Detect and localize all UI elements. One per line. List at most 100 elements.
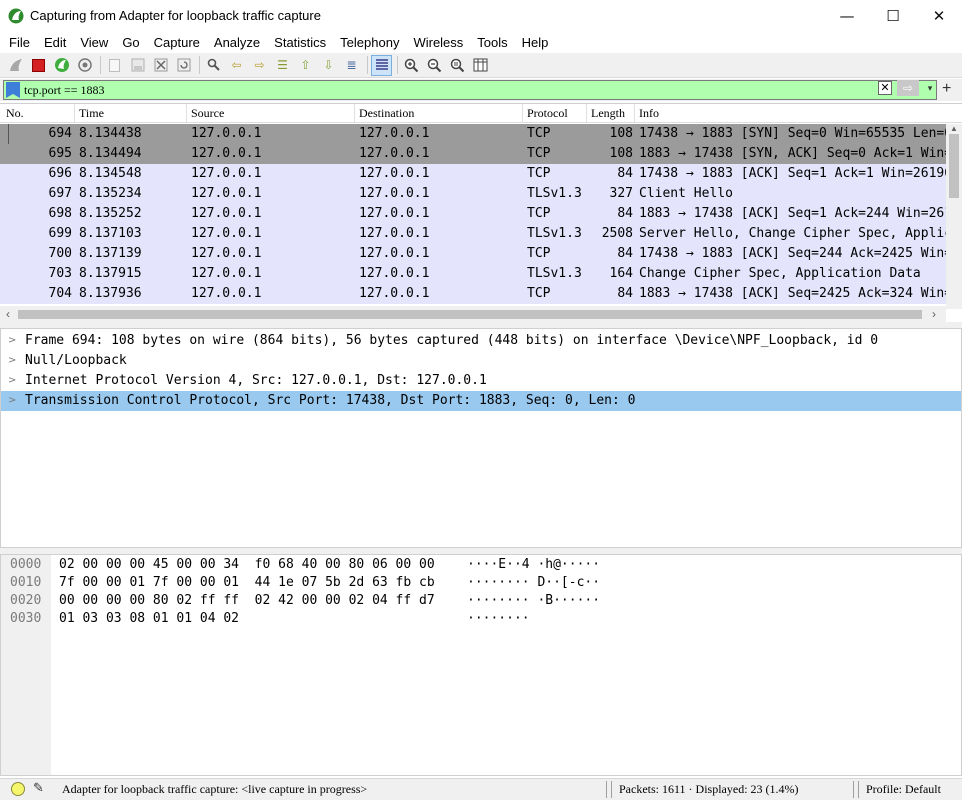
go-to-packet-icon[interactable]: ☰	[272, 55, 293, 76]
packet-cell-len: 164	[609, 266, 633, 281]
resize-columns-icon[interactable]	[470, 55, 491, 76]
packet-row[interactable]: 696 8.134548 127.0.0.1 127.0.0.1 TCP 84 17438 …	[0, 164, 946, 184]
close-button[interactable]: ✕	[916, 0, 962, 31]
packet-cell-len: 108	[609, 146, 633, 161]
colorize-icon[interactable]	[371, 54, 392, 76]
bytes-row[interactable]: 0010 7f 00 00 01 7f 00 00 01 44 1e 07 5b…	[1, 574, 600, 592]
scroll-up-icon[interactable]: ▲	[946, 124, 962, 134]
close-file-icon[interactable]	[150, 55, 171, 76]
vertical-scroll-thumb[interactable]	[949, 134, 959, 198]
expand-chevron-icon[interactable]: >	[8, 391, 16, 411]
packet-row[interactable]: 694 8.134438 127.0.0.1 127.0.0.1 TCP 108 17438…	[0, 124, 946, 144]
capture-comment-icon[interactable]: ✎	[33, 781, 49, 797]
packet-cell-time: 8.134438	[79, 126, 142, 141]
maximize-button[interactable]: ☐	[870, 0, 916, 31]
menu-tools[interactable]: Tools	[470, 35, 514, 50]
display-filter-input[interactable]: tcp.port == 1883	[3, 80, 937, 100]
packet-cell-proto: TCP	[527, 126, 551, 141]
scroll-left-icon[interactable]: ‹	[0, 306, 16, 323]
add-filter-button-icon[interactable]: +	[942, 80, 954, 98]
main-toolbar: ⇦ ⇨ ☰ ⇧ ⇩ ≣	[0, 53, 962, 78]
profile-text[interactable]: Profile: Default	[866, 782, 941, 797]
packet-cell-dst: 127.0.0.1	[359, 186, 430, 201]
apply-filter-icon[interactable]: ⇨	[897, 80, 919, 96]
packet-cell-dst: 127.0.0.1	[359, 226, 430, 241]
detail-row-tcp[interactable]: > Transmission Control Protocol, Src Por…	[1, 391, 961, 411]
detail-row-frame[interactable]: > Frame 694: 108 bytes on wire (864 bits…	[1, 331, 961, 351]
auto-scroll-icon[interactable]: ≣	[341, 55, 362, 76]
packet-cell-len: 84	[617, 206, 633, 221]
expand-chevron-icon[interactable]: >	[8, 371, 16, 391]
normal-size-icon[interactable]	[447, 55, 468, 76]
go-first-icon[interactable]: ⇧	[295, 55, 316, 76]
menu-go[interactable]: Go	[115, 35, 146, 50]
go-back-icon[interactable]: ⇦	[226, 55, 247, 76]
capture-options-icon[interactable]	[74, 55, 95, 76]
packet-row[interactable]: 698 8.135252 127.0.0.1 127.0.0.1 TCP 84 1883 →…	[0, 204, 946, 224]
menu-help[interactable]: Help	[515, 35, 556, 50]
column-header-source[interactable]: Source	[187, 104, 355, 123]
packet-row[interactable]: 695 8.134494 127.0.0.1 127.0.0.1 TCP 108 1883 …	[0, 144, 946, 164]
stop-capture-icon[interactable]	[28, 55, 49, 76]
menu-wireless[interactable]: Wireless	[406, 35, 470, 50]
detail-row-null-loopback[interactable]: > Null/Loopback	[1, 351, 961, 371]
packet-list-horizontal-scrollbar[interactable]: ‹ ›	[0, 306, 946, 323]
expert-info-led-icon[interactable]	[11, 782, 25, 796]
bytes-row[interactable]: 0020 00 00 00 00 80 02 ff ff 02 42 00 00…	[1, 592, 600, 610]
zoom-out-icon[interactable]	[424, 55, 445, 76]
shark-fin-start-icon[interactable]	[5, 55, 26, 76]
packet-row[interactable]: 700 8.137139 127.0.0.1 127.0.0.1 TCP 84 17438 …	[0, 244, 946, 264]
packet-row[interactable]: 697 8.135234 127.0.0.1 127.0.0.1 TLSv1.3 327 C…	[0, 184, 946, 204]
packet-cell-len: 84	[617, 166, 633, 181]
filter-history-dropdown-icon[interactable]: ▾	[925, 80, 935, 96]
packet-cell-proto: TLSv1.3	[527, 186, 582, 201]
find-packet-icon[interactable]	[203, 55, 224, 76]
column-header-info[interactable]: Info	[635, 104, 946, 123]
menu-analyze[interactable]: Analyze	[207, 35, 267, 50]
column-header-length[interactable]: Length	[587, 104, 635, 123]
column-header-protocol[interactable]: Protocol	[523, 104, 587, 123]
packet-cell-proto: TCP	[527, 286, 551, 301]
clear-filter-icon[interactable]: ✕	[878, 81, 892, 95]
horizontal-scroll-thumb[interactable]	[18, 310, 922, 319]
expand-chevron-icon[interactable]: >	[8, 351, 16, 371]
open-file-icon[interactable]	[104, 55, 125, 76]
bytes-row[interactable]: 0000 02 00 00 00 45 00 00 34 f0 68 40 00…	[1, 556, 600, 574]
filter-value[interactable]: tcp.port == 1883	[24, 83, 105, 98]
expand-chevron-icon[interactable]: >	[8, 331, 16, 351]
restart-capture-icon[interactable]	[51, 55, 72, 76]
packet-cell-no: 699	[48, 226, 72, 241]
column-header-destination[interactable]: Destination	[355, 104, 523, 123]
menu-edit[interactable]: Edit	[37, 35, 73, 50]
column-header-no[interactable]: No.	[2, 104, 75, 123]
bookmark-icon[interactable]	[6, 82, 20, 98]
zoom-in-icon[interactable]	[401, 55, 422, 76]
packet-cell-proto: TCP	[527, 206, 551, 221]
reload-file-icon[interactable]	[173, 55, 194, 76]
packet-cell-dst: 127.0.0.1	[359, 146, 430, 161]
scroll-right-icon[interactable]: ›	[926, 306, 942, 323]
menu-view[interactable]: View	[73, 35, 115, 50]
menu-statistics[interactable]: Statistics	[267, 35, 333, 50]
packet-row[interactable]: 704 8.137936 127.0.0.1 127.0.0.1 TCP 84 1883 →…	[0, 284, 946, 304]
menu-capture[interactable]: Capture	[147, 35, 207, 50]
wireshark-fin-icon	[8, 8, 24, 23]
packet-cell-info: 17438 → 1883 [SYN] Seq=0 Win=65535 Len=0…	[639, 126, 946, 141]
go-forward-icon[interactable]: ⇨	[249, 55, 270, 76]
status-bar: ✎ Adapter for loopback traffic capture: …	[0, 778, 962, 800]
column-header-time[interactable]: Time	[75, 104, 187, 123]
packet-cell-src: 127.0.0.1	[191, 246, 262, 261]
save-file-icon[interactable]	[127, 55, 148, 76]
go-last-icon[interactable]: ⇩	[318, 55, 339, 76]
menu-file[interactable]: File	[2, 35, 37, 50]
packet-cell-len: 327	[609, 186, 633, 201]
packet-row[interactable]: 703 8.137915 127.0.0.1 127.0.0.1 TLSv1.3 164 C…	[0, 264, 946, 284]
packet-cell-time: 8.134548	[79, 166, 142, 181]
packet-cell-time: 8.134494	[79, 146, 142, 161]
detail-row-ipv4[interactable]: > Internet Protocol Version 4, Src: 127.…	[1, 371, 961, 391]
menu-telephony[interactable]: Telephony	[333, 35, 406, 50]
minimize-button[interactable]: —	[824, 0, 870, 31]
bytes-row[interactable]: 0030 01 03 03 08 01 01 04 02 ········	[1, 610, 530, 628]
packet-row[interactable]: 699 8.137103 127.0.0.1 127.0.0.1 TLSv1.3 2508…	[0, 224, 946, 244]
packet-list-vertical-scrollbar[interactable]: ▲	[946, 124, 962, 309]
